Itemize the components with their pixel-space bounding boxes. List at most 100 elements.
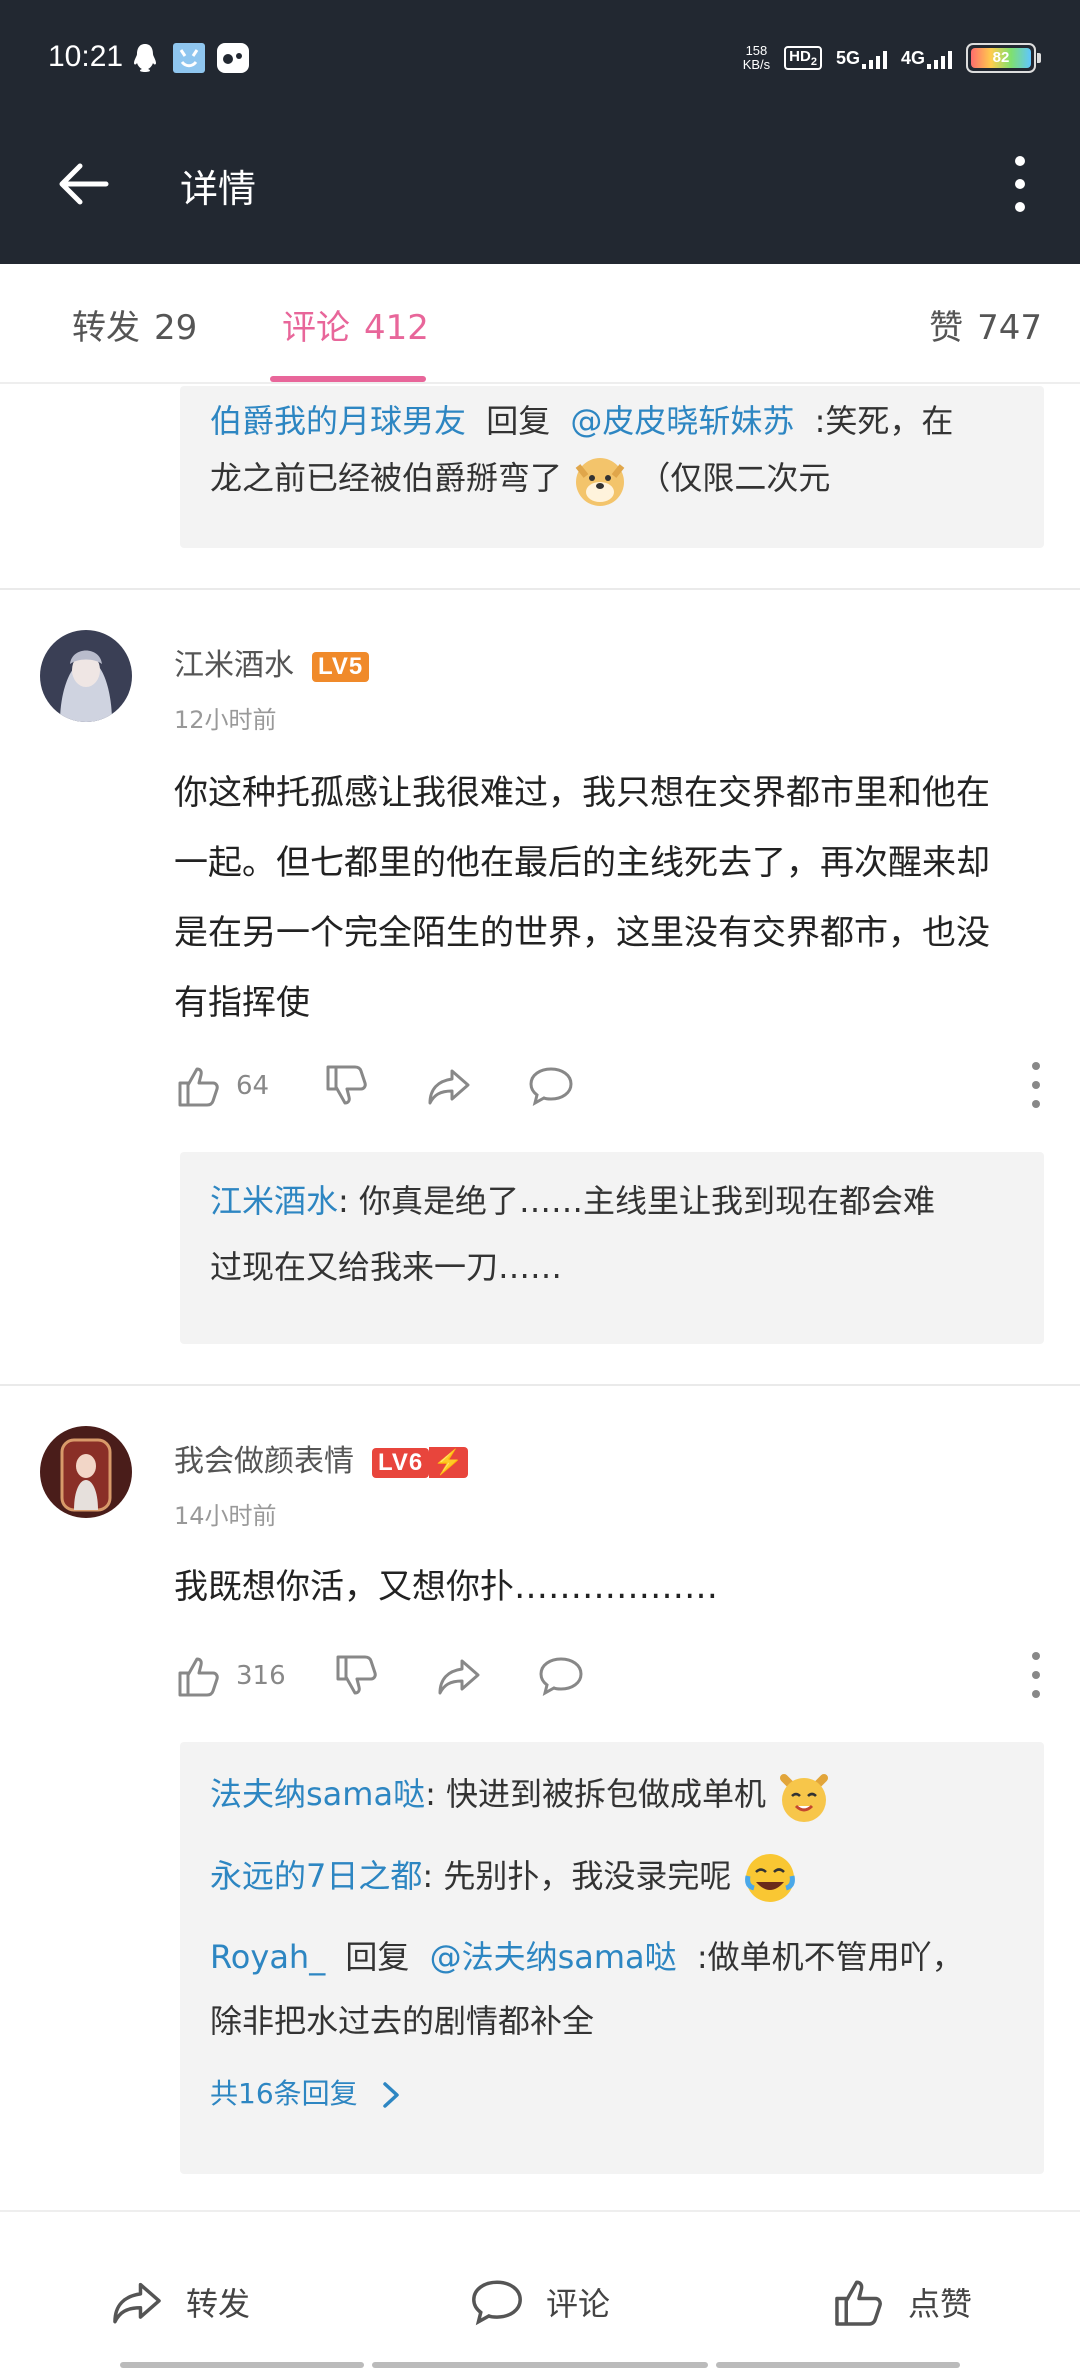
comment-line: 有指挥使 [174, 983, 310, 1023]
net-speed-unit: KB/s [742, 57, 771, 72]
like-button[interactable]: 64 [174, 1056, 269, 1116]
battery-level: 82 [971, 48, 1031, 68]
avatar[interactable] [40, 630, 132, 722]
thumbs-down-icon [336, 1655, 377, 1695]
comment-actions: 64 [174, 1056, 1044, 1116]
status-time: 10:21 [48, 40, 124, 73]
share-arrow-icon [428, 1069, 470, 1105]
more-replies-text[interactable]: 共16条回复 [210, 2077, 358, 2110]
hd-label: HD [789, 48, 811, 65]
reply-line: 除非把水过去的剧情都补全 [210, 1996, 594, 2042]
reply-text: :笑死，在 [814, 402, 954, 440]
nav-gesture-bar[interactable] [120, 2362, 364, 2368]
tab-repost-count: 29 [154, 308, 198, 348]
bottom-comment-button[interactable]: 评论 [468, 2272, 610, 2332]
sig2-label: 4G [900, 47, 925, 68]
thumbs-up-icon [178, 1067, 219, 1107]
app-notification-icon [173, 43, 205, 73]
reply-username[interactable]: Royah_ [210, 1938, 325, 1976]
bottom-comment-label: 评论 [546, 2285, 611, 2323]
comment-username[interactable]: 江米酒水 LV5 [174, 640, 370, 684]
reply-mention[interactable]: @法夫纳sama哒 [430, 1938, 677, 1976]
username-text[interactable]: 江米酒水 [174, 648, 294, 683]
comment-more-icon[interactable] [1028, 1062, 1044, 1108]
more-menu-icon[interactable] [1008, 156, 1032, 212]
reply-username[interactable]: 伯爵我的月球男友 [210, 402, 466, 440]
bottom-action-bar: 转发 评论 点赞 [0, 2210, 1080, 2376]
net-speed-value: 158 [745, 43, 768, 58]
divider [0, 1384, 1080, 1386]
comment-bubble-icon [529, 1067, 573, 1106]
comment-line: 一起。但七都里的他在最后的主线死去了，再次醒来却 [174, 843, 990, 883]
like-count: 64 [236, 1071, 270, 1101]
comment-line: 你这种托孤感让我很难过，我只想在交界都市里和他在 [174, 773, 990, 813]
dislike-button[interactable] [332, 1646, 382, 1706]
share-arrow-icon [438, 1659, 480, 1695]
reply-text: （仅限二次元 [638, 459, 831, 497]
dislike-button[interactable] [322, 1056, 372, 1116]
lightning-icon: ⚡ [429, 1447, 469, 1478]
username-text[interactable]: 我会做颜表情 [174, 1444, 354, 1479]
tab-comments-label: 评论 [282, 308, 350, 348]
reply-line: Royah_ 回复 @法夫纳sama哒 :做单机不管用吖， [210, 1932, 964, 1978]
tab-repost[interactable]: 转发 29 [72, 300, 197, 349]
reply-line: 法夫纳sama哒: 快进到被拆包做成单机 [210, 1768, 832, 1824]
reply-text: 过现在又给我来一刀…… [210, 1248, 563, 1286]
level-badge: LV5 [312, 651, 370, 682]
comment-bubble-icon [472, 2280, 522, 2326]
bottom-like-button[interactable]: 点赞 [830, 2272, 972, 2332]
comment-more-icon[interactable] [1028, 1652, 1044, 1698]
avatar-image [40, 630, 132, 722]
tab-likes[interactable]: 赞 747 [929, 300, 1042, 349]
divider [0, 588, 1080, 590]
reply-button[interactable] [526, 1056, 576, 1116]
reply-box[interactable]: 法夫纳sama哒: 快进到被拆包做成单机 永远的7日之都: 先别扑，我没录完呢 … [180, 1742, 1044, 2174]
net-speed: 158 KB/s [743, 44, 770, 72]
tab-likes-count: 747 [977, 308, 1042, 348]
doge-emoji-icon [575, 458, 625, 506]
thumbs-up-icon [835, 2280, 882, 2326]
comment-time: 14小时前 [174, 1502, 277, 1530]
view-all-replies-link[interactable]: 共16条回复 [210, 2072, 405, 2112]
comment-username[interactable]: 我会做颜表情 LV6 ⚡ [174, 1436, 469, 1480]
share-button[interactable] [424, 1056, 474, 1116]
share-arrow-icon [113, 2282, 161, 2324]
share-button[interactable] [434, 1646, 484, 1706]
reply-mention[interactable]: @皮皮晓斩妹苏 [570, 402, 794, 440]
comment-bubble-icon [539, 1657, 583, 1696]
nav-gesture-bar[interactable] [372, 2362, 708, 2368]
app-header: 详情 [0, 118, 1080, 264]
status-bar: 10:21 158 KB/s HD2 5G 4G 82 [0, 0, 1080, 118]
signal-5g-icon: 5G [836, 48, 887, 69]
status-right-group: 158 KB/s HD2 5G 4G 82 [743, 38, 1041, 78]
like-count: 316 [236, 1661, 286, 1691]
reply-button[interactable] [536, 1646, 586, 1706]
active-tab-indicator [270, 376, 426, 382]
qq-icon [134, 44, 156, 72]
page-title: 详情 [180, 167, 257, 211]
reply-box[interactable]: 伯爵我的月球男友 回复 @皮皮晓斩妹苏 :笑死，在 龙之前已经被伯爵掰弯了 （仅… [180, 386, 1044, 548]
like-button[interactable]: 316 [174, 1646, 286, 1706]
reply-text: :做单机不管用吖， [696, 1938, 964, 1976]
top-bar: 10:21 158 KB/s HD2 5G 4G 82 详情 [0, 0, 1080, 264]
reply-text: : 先别扑，我没录完呢 [422, 1857, 732, 1895]
reply-username[interactable]: 法夫纳sama哒 [210, 1775, 425, 1813]
reply-username[interactable]: 江米酒水 [210, 1182, 338, 1220]
comment-line: 是在另一个完全陌生的世界，这里没有交界都市，也没 [174, 913, 990, 953]
back-arrow-icon[interactable] [54, 154, 114, 214]
reply-line: 龙之前已经被伯爵掰弯了 （仅限二次元 [210, 452, 830, 508]
avatar[interactable] [40, 1426, 132, 1518]
avatar-image [40, 1426, 132, 1518]
bottom-like-label: 点赞 [908, 2285, 973, 2323]
nav-gesture-bar[interactable] [716, 2362, 960, 2368]
battery-icon: 82 [966, 43, 1041, 73]
reply-text: : 你真是绝了……主线里让我到现在都会难 [338, 1182, 935, 1220]
bottom-repost-button[interactable]: 转发 [108, 2272, 250, 2332]
tab-comments[interactable]: 评论 412 [282, 300, 429, 349]
signal-4g-icon: 4G [901, 48, 952, 69]
chevron-right-icon [382, 2082, 399, 2108]
reply-box[interactable]: 江米酒水: 你真是绝了……主线里让我到现在都会难 过现在又给我来一刀…… [180, 1152, 1044, 1344]
hd-sub: 2 [810, 56, 817, 68]
reply-line: 过现在又给我来一刀…… [210, 1242, 562, 1288]
reply-username[interactable]: 永远的7日之都 [210, 1857, 422, 1895]
